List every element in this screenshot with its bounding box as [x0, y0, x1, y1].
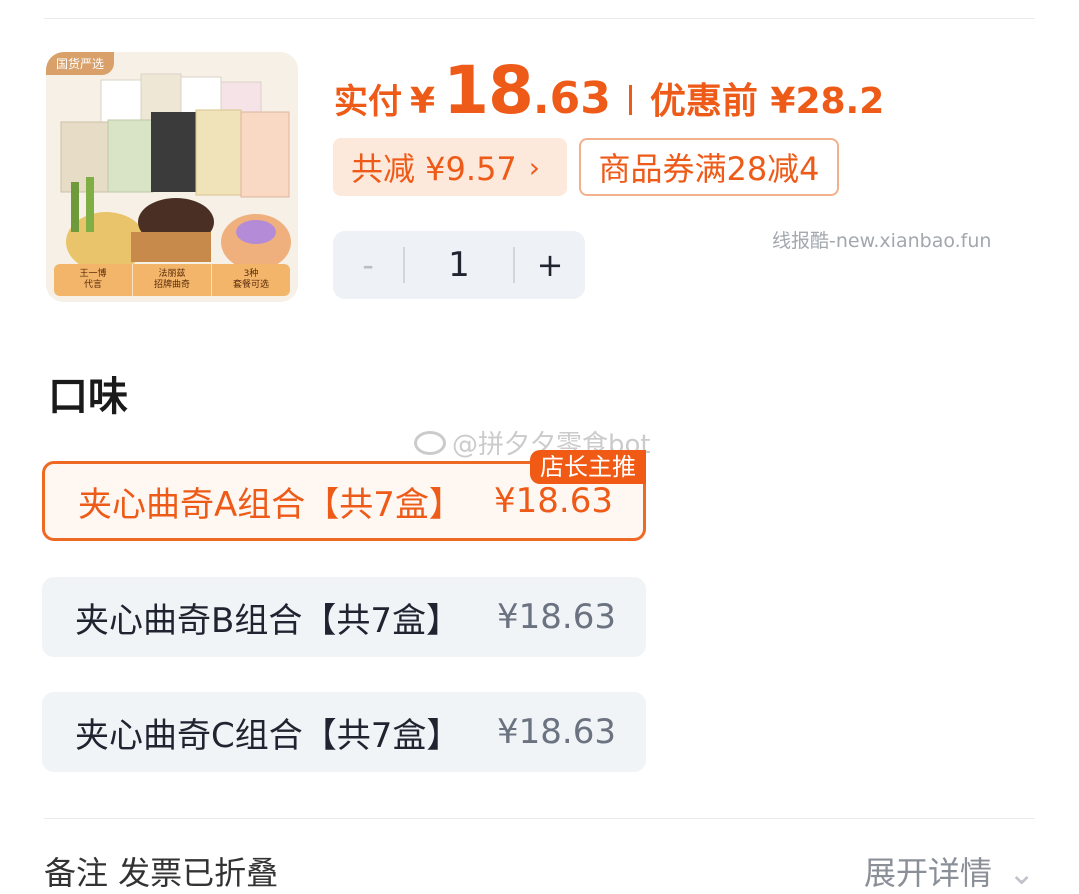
banner-cell: 王一博 代言	[54, 264, 133, 296]
option-name: 夹心曲奇A组合【共7盒】	[78, 484, 463, 525]
bottom-divider	[44, 818, 1035, 819]
remark-label: 备注 发票已折叠	[44, 854, 279, 892]
option-price: ¥18.63	[497, 712, 616, 752]
product-tag: 国货严选	[46, 52, 115, 75]
quantity-stepper[interactable]: - 1 +	[333, 231, 585, 299]
quantity-value[interactable]: 1	[405, 245, 513, 285]
coupon-label: 商品券满28减4	[598, 150, 820, 188]
product-banner: 王一博 代言 法丽兹 招牌曲奇 3种 套餐可选	[54, 264, 290, 296]
coupon-badge[interactable]: 商品券满28减4	[579, 138, 839, 196]
paid-integer: 18	[443, 52, 534, 129]
banner-cell: 法丽兹 招牌曲奇	[133, 264, 212, 296]
weibo-icon	[414, 430, 446, 455]
flavor-title: 口味	[48, 374, 128, 420]
option-price: ¥18.63	[497, 597, 616, 637]
chevron-down-icon: ⌄	[1008, 854, 1035, 892]
option-name: 夹心曲奇B组合【共7盒】	[75, 600, 460, 641]
chevron-right-icon: ›	[528, 150, 540, 184]
recommend-badge: 店长主推	[530, 450, 646, 484]
paid-price: 实付 ¥ 18 . 63 优惠前 ¥28.2	[334, 52, 885, 129]
original-price: 优惠前 ¥28.2	[649, 81, 885, 122]
product-image[interactable]: 国货严选 王一博 代言 法丽兹 招牌曲奇 3种 套餐可选	[46, 52, 298, 302]
expand-details-link[interactable]: 展开详情 ⌄	[864, 848, 1035, 892]
paid-dot: .	[532, 73, 550, 124]
paid-label: 实付	[334, 82, 402, 122]
currency-symbol: ¥	[410, 81, 436, 122]
site-watermark: 线报酷-new.xianbao.fun	[772, 230, 992, 252]
remark-row[interactable]: 备注 发票已折叠 展开详情 ⌄	[44, 848, 1035, 892]
top-divider	[44, 18, 1035, 19]
flavor-option-a[interactable]: 夹心曲奇A组合【共7盒】 ¥18.63 店长主推	[42, 450, 646, 541]
increase-button[interactable]: +	[515, 246, 585, 284]
banner-cell: 3种 套餐可选	[232, 269, 269, 290]
option-price: ¥18.63	[494, 481, 613, 521]
price-separator	[628, 85, 632, 115]
total-discount-button[interactable]: 共减 ¥9.57 ›	[333, 138, 567, 196]
total-discount-label: 共减 ¥9.57	[351, 150, 517, 188]
option-name: 夹心曲奇C组合【共7盒】	[75, 715, 461, 756]
paid-decimal: 63	[549, 73, 611, 124]
decrease-button[interactable]: -	[333, 246, 403, 284]
expand-details-label: 展开详情	[864, 854, 993, 892]
flavor-option-c[interactable]: 夹心曲奇C组合【共7盒】 ¥18.63	[42, 692, 646, 772]
flavor-option-b[interactable]: 夹心曲奇B组合【共7盒】 ¥18.63	[42, 577, 646, 657]
